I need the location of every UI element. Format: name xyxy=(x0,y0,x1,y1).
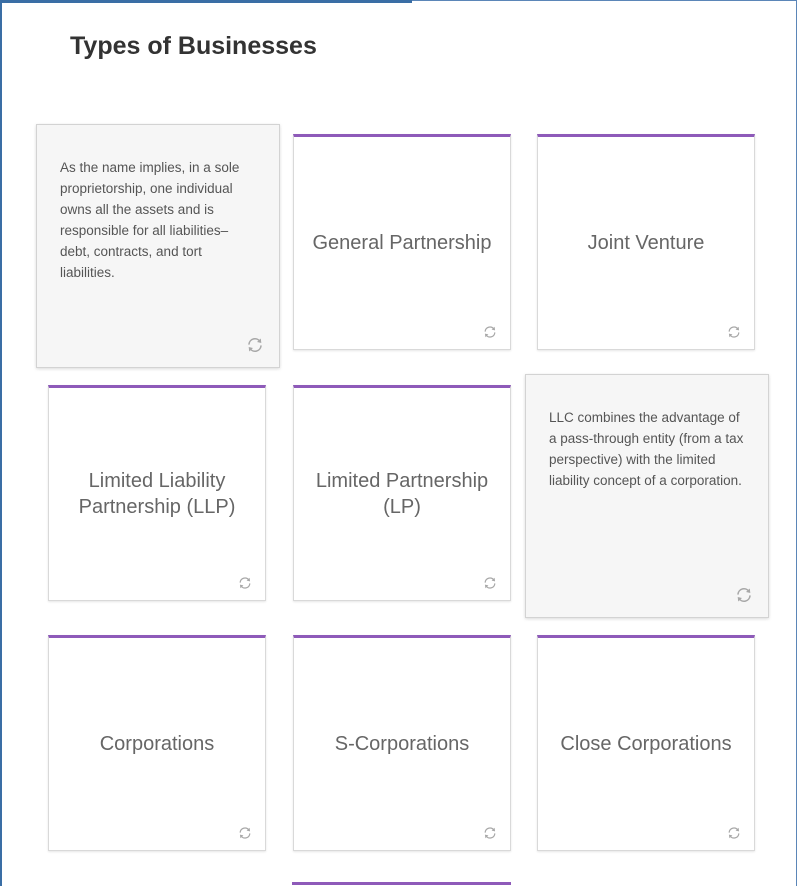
flip-icon xyxy=(482,324,498,340)
page-title: Types of Businesses xyxy=(70,32,317,60)
flip-card-corporations[interactable]: Corporations xyxy=(48,635,266,851)
flip-icon xyxy=(734,585,754,605)
flip-card-s-corporations[interactable]: S-Corporations xyxy=(293,635,511,851)
flip-card-lp[interactable]: Limited Partnership (LP) xyxy=(293,385,511,601)
flip-card-llc[interactable]: LLC combines the advantage of a pass-thr… xyxy=(525,374,769,618)
flip-card-general-partnership[interactable]: General Partnership xyxy=(293,134,511,350)
flip-card-sole-proprietorship[interactable]: As the name implies, in a sole proprieto… xyxy=(36,124,280,368)
flip-icon xyxy=(245,335,265,355)
card-description: LLC combines the advantage of a pass-thr… xyxy=(549,410,744,488)
flip-icon xyxy=(726,825,742,841)
next-card-top-edge xyxy=(292,882,511,888)
flip-card-joint-venture[interactable]: Joint Venture xyxy=(537,134,755,350)
top-accent-bar xyxy=(0,0,412,3)
flip-icon xyxy=(482,575,498,591)
card-label: Close Corporations xyxy=(560,733,732,755)
flip-card-llp[interactable]: Limited Liability Partnership (LLP) xyxy=(48,385,266,601)
flip-card-close-corporations[interactable]: Close Corporations xyxy=(537,635,755,851)
flip-icon xyxy=(237,575,253,591)
card-label: Joint Venture xyxy=(587,232,705,254)
flip-icon xyxy=(726,324,742,340)
card-label: Corporations xyxy=(99,733,215,755)
card-label: Limited Partnership (LP) xyxy=(315,470,489,518)
flip-icon xyxy=(482,825,498,841)
card-label: S-Corporations xyxy=(334,733,470,755)
card-description: As the name implies, in a sole proprieto… xyxy=(60,160,240,280)
flip-icon xyxy=(237,825,253,841)
card-label: General Partnership xyxy=(312,232,492,254)
card-label: Limited Liability Partnership (LLP) xyxy=(78,470,236,518)
